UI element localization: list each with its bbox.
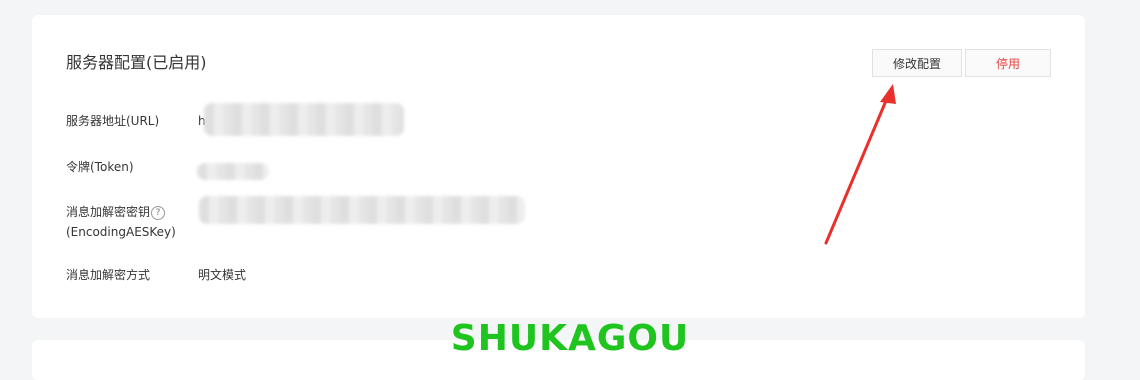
arrow-annotation-icon bbox=[824, 84, 896, 245]
watermark-text: SHUKAGOU bbox=[450, 318, 690, 359]
